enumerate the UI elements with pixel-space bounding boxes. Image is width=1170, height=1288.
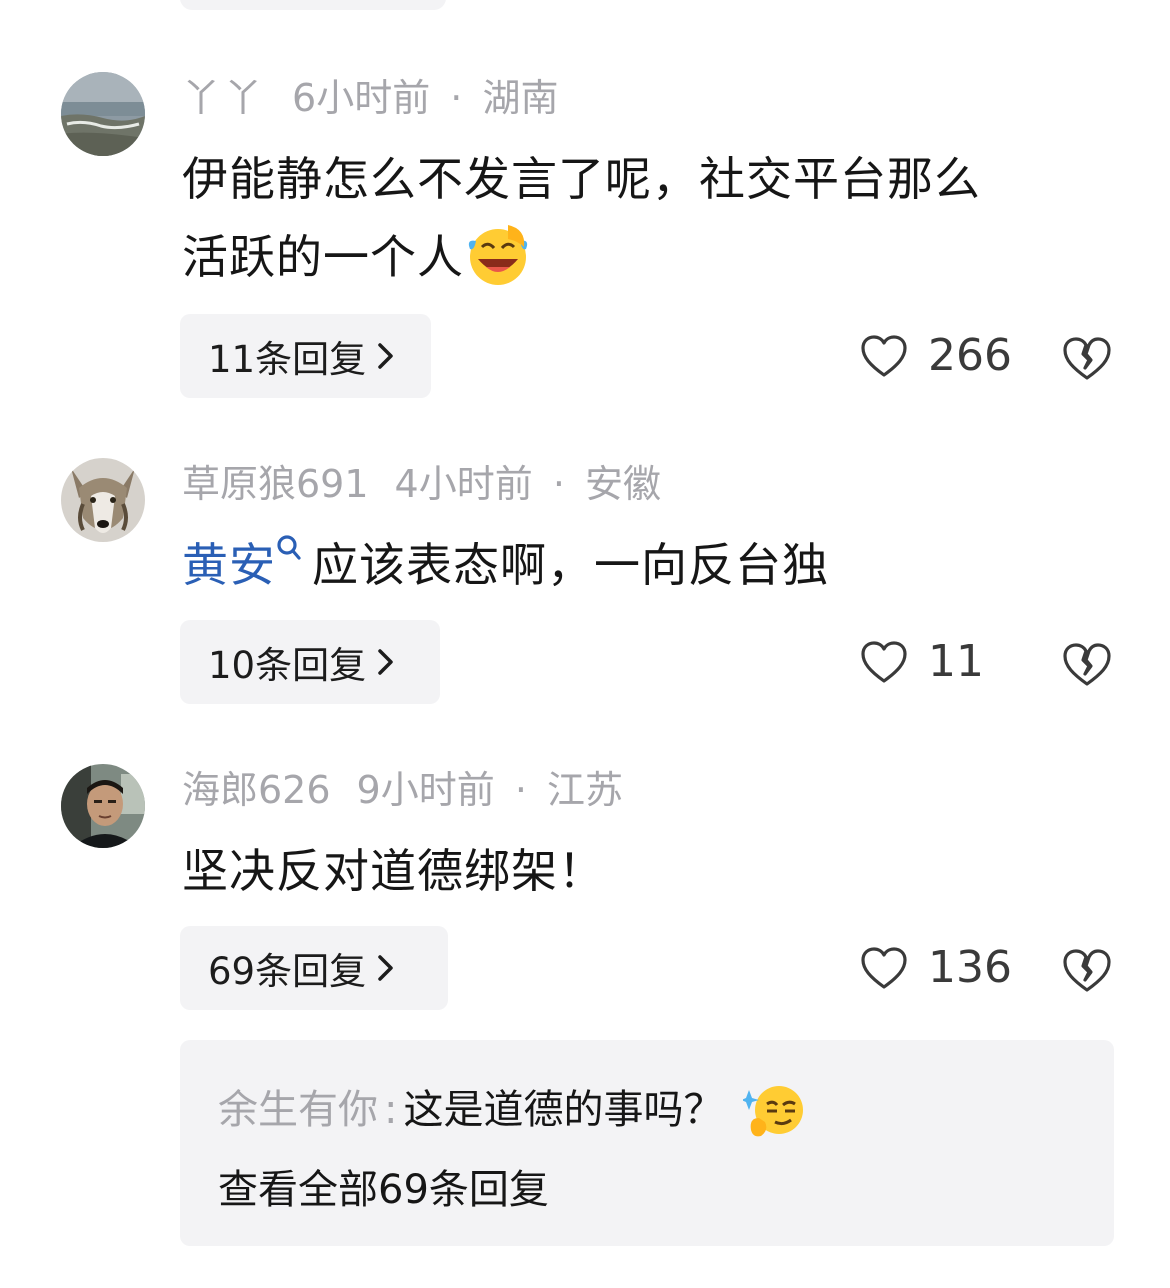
sub-reply: 余生有你 : 这是道德的事吗？ <box>218 1078 807 1142</box>
comment-text: 坚决反对道德绑架！ <box>182 832 1132 910</box>
separator-dot: · <box>552 462 565 506</box>
chevron-right-icon <box>378 343 393 369</box>
sub-reply-text: 这是道德的事吗？ <box>403 1087 724 1133</box>
location: 江苏 <box>547 768 624 812</box>
comment-meta: 丫丫 6小时前 · 湖南 <box>182 74 559 122</box>
avatar[interactable] <box>61 764 145 848</box>
username[interactable]: 海郎626 <box>182 766 331 814</box>
smug-emoji-icon <box>743 1086 804 1137</box>
comment-text-line: 伊能静怎么不发言了呢，社交平台那么 <box>182 152 981 206</box>
like-button[interactable]: 266 <box>860 330 1012 381</box>
replies-button[interactable]: 10条回复 <box>180 620 440 704</box>
heart-icon <box>861 640 907 683</box>
broken-heart-icon[interactable] <box>1061 332 1113 384</box>
comment-text-line: 活跃的一个人 <box>182 218 1132 296</box>
mention-link[interactable]: 黄安 <box>182 538 276 592</box>
broken-heart-icon[interactable] <box>1061 638 1113 690</box>
chevron-right-icon <box>378 955 393 981</box>
comment-meta: 海郎626 9小时前 · 江苏 <box>182 766 623 814</box>
search-icon[interactable] <box>276 534 302 564</box>
comment-text-segment: 坚决反对道德绑架！ <box>182 844 605 898</box>
like-button[interactable]: 11 <box>860 636 984 687</box>
username[interactable]: 草原狼691 <box>182 460 369 508</box>
avatar[interactable] <box>61 458 145 542</box>
broken-heart-icon[interactable] <box>1061 944 1113 996</box>
comment-text-segment: 应该表态啊，一向反台独 <box>312 538 829 592</box>
location: 安徽 <box>585 462 662 506</box>
username[interactable]: 丫丫 <box>182 74 266 122</box>
like-count: 136 <box>928 942 1012 993</box>
replies-label: 10条回复 <box>208 644 367 687</box>
sub-reply-preview[interactable]: 余生有你 : 这是道德的事吗？ 查看全部69条回复 <box>180 1040 1114 1246</box>
chevron-right-icon <box>378 649 393 675</box>
timestamp: 6小时前 <box>292 76 431 120</box>
separator-dot: · <box>514 768 527 812</box>
replies-label: 69条回复 <box>208 950 367 993</box>
location: 湖南 <box>482 76 559 120</box>
sub-reply-separator: : <box>384 1087 398 1133</box>
timestamp: 9小时前 <box>356 768 495 812</box>
comment-text-segment: 活跃的一个人 <box>182 230 464 284</box>
replies-button[interactable]: 69条回复 <box>180 926 448 1010</box>
previous-reply-pill[interactable] <box>180 0 446 10</box>
avatar[interactable] <box>61 72 145 156</box>
timestamp: 4小时前 <box>394 462 533 506</box>
laughing-crying-emoji-icon <box>468 224 528 285</box>
replies-button[interactable]: 11条回复 <box>180 314 431 398</box>
comment-meta: 草原狼691 4小时前 · 安徽 <box>182 460 661 508</box>
separator-dot: · <box>450 76 463 120</box>
comment-text: 黄安 应该表态啊，一向反台独 <box>182 526 1132 604</box>
heart-icon <box>861 334 907 377</box>
comment-text: 伊能静怎么不发言了呢，社交平台那么 活跃的一个人 <box>182 140 1132 296</box>
like-count: 266 <box>928 330 1012 381</box>
replies-label: 11条回复 <box>208 338 367 381</box>
view-all-replies-link[interactable]: 查看全部69条回复 <box>218 1162 549 1218</box>
like-count: 11 <box>928 636 984 687</box>
sub-reply-username[interactable]: 余生有你 <box>218 1082 378 1138</box>
heart-icon <box>861 946 907 989</box>
like-button[interactable]: 136 <box>860 942 1012 993</box>
